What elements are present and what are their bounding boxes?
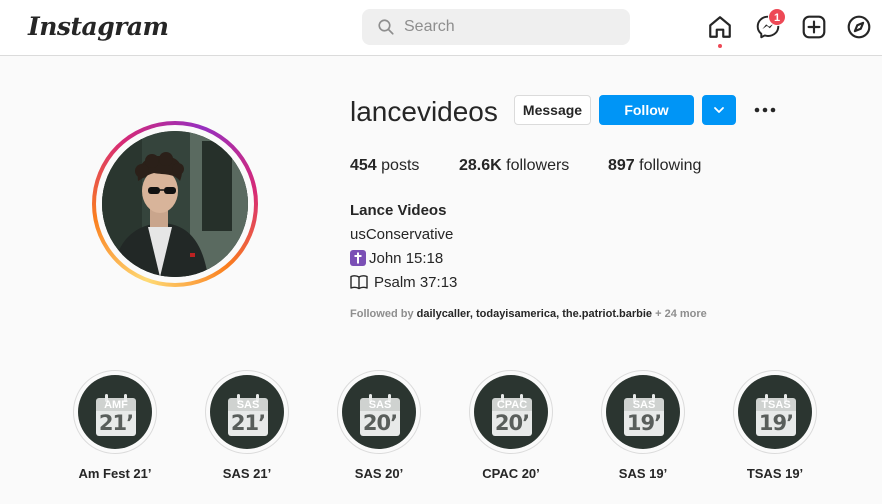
highlight-tag: CPAC: [496, 399, 528, 411]
notification-badge: 1: [768, 8, 786, 26]
calendar-icon: CPAC 20’: [492, 394, 532, 436]
follow-button[interactable]: Follow: [599, 95, 694, 125]
highlight-cover: SAS 21’: [210, 375, 284, 449]
avatar[interactable]: [102, 131, 248, 277]
followed-by-account[interactable]: dailycaller: [417, 308, 470, 320]
calendar-icon: TSAS 19’: [756, 394, 796, 436]
profile-full-name: Lance Videos: [350, 202, 447, 219]
followed-by-prefix: Followed by: [350, 308, 414, 320]
bio-line: John 15:18: [350, 250, 443, 267]
chevron-down-icon: [714, 107, 724, 113]
calendar-icon: AMF 21’: [96, 394, 136, 436]
search-icon: [378, 19, 394, 35]
profile-photo: [102, 131, 248, 277]
highlight-tag: AMF: [104, 399, 128, 411]
cross-icon: [350, 250, 366, 266]
highlight-cover: AMF 21’: [78, 375, 152, 449]
followed-by-more[interactable]: + 24 more: [655, 308, 707, 320]
book-icon: [350, 275, 368, 290]
highlight-year: 20’: [494, 411, 530, 435]
new-post-icon[interactable]: [801, 14, 827, 40]
highlight-ring: AMF 21’: [73, 370, 157, 454]
more-options-icon[interactable]: [752, 103, 778, 117]
followers-count: 28.6K: [459, 157, 502, 174]
bio-line: usConservative: [350, 226, 454, 243]
explore-icon[interactable]: [846, 14, 872, 40]
followed-by-account[interactable]: the.patriot.barbie: [562, 308, 652, 320]
highlight-ring: SAS 19’: [601, 370, 685, 454]
posts-count: 454: [350, 157, 377, 174]
highlight-tag: SAS: [368, 399, 392, 411]
bio-line: Psalm 37:13: [350, 274, 457, 291]
following-count: 897: [608, 157, 635, 174]
followers-label: followers: [506, 157, 570, 174]
highlight-cover: SAS 19’: [606, 375, 680, 449]
top-nav: Instagram 1: [0, 0, 882, 56]
suggested-accounts-button[interactable]: [702, 95, 736, 125]
calendar-icon: SAS 19’: [624, 394, 664, 436]
profile-username: lancevideos: [350, 96, 498, 127]
home-icon[interactable]: [707, 14, 733, 40]
highlight-year: 21’: [230, 411, 266, 435]
followers-stat[interactable]: 28.6K followers: [459, 157, 569, 175]
highlight-cover: TSAS 19’: [738, 375, 812, 449]
followed-by-account[interactable]: todayisamerica: [476, 308, 556, 320]
following-stat[interactable]: 897 following: [608, 157, 701, 175]
highlight-label: CPAC 20’: [482, 466, 540, 481]
active-indicator-dot: [718, 44, 722, 48]
calendar-icon: SAS 21’: [228, 394, 268, 436]
message-button[interactable]: Message: [514, 95, 591, 125]
highlight-tag: SAS: [632, 399, 656, 411]
following-label: following: [639, 157, 702, 174]
highlight-label: SAS 20’: [354, 466, 404, 481]
search-input[interactable]: [404, 9, 614, 45]
highlight-tag: TSAS: [761, 399, 791, 411]
highlight-ring: SAS 21’: [205, 370, 289, 454]
highlight-label: TSAS 19’: [746, 466, 804, 481]
highlight-cover: CPAC 20’: [474, 375, 548, 449]
bio-verse-text: John 15:18: [369, 250, 444, 267]
highlight-year: 21’: [98, 411, 134, 435]
highlight-cover: SAS 20’: [342, 375, 416, 449]
highlight-ring: CPAC 20’: [469, 370, 553, 454]
highlight-year: 19’: [758, 411, 794, 435]
highlight-ring: TSAS 19’: [733, 370, 817, 454]
highlight-label: SAS 21’: [222, 466, 272, 481]
posts-label: posts: [381, 157, 420, 174]
highlight-year: 19’: [626, 411, 662, 435]
story-ring[interactable]: [92, 121, 258, 287]
highlight-ring: SAS 20’: [337, 370, 421, 454]
followed-by[interactable]: Followed by dailycaller, todayisamerica,…: [350, 308, 707, 320]
highlight-label: Am Fest 21’: [78, 466, 152, 481]
highlight-label: SAS 19’: [618, 466, 668, 481]
instagram-logo[interactable]: Instagram: [28, 12, 169, 41]
posts-stat: 454 posts: [350, 157, 419, 175]
calendar-icon: SAS 20’: [360, 394, 400, 436]
bio-verse-text: Psalm 37:13: [374, 274, 458, 291]
highlight-tag: SAS: [236, 399, 260, 411]
highlight-year: 20’: [362, 411, 398, 435]
search-box[interactable]: [362, 9, 630, 45]
